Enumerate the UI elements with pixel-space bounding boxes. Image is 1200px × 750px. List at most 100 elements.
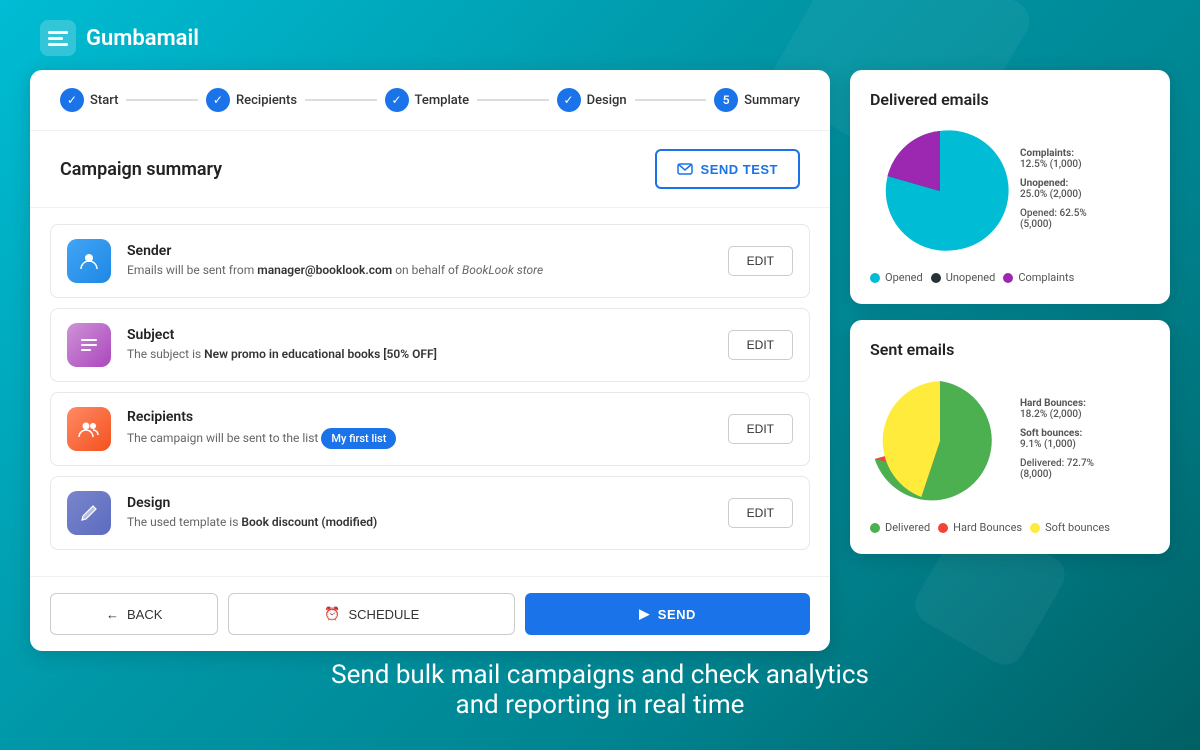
send-button[interactable]: ▶ SEND — [525, 593, 810, 635]
step-start-check: ✓ — [60, 88, 84, 112]
unopened-dot — [931, 273, 941, 283]
clock-icon: ⏰ — [324, 606, 340, 622]
step-design: ✓ Design — [557, 88, 627, 112]
opened-legend-label: Opened — [885, 271, 923, 284]
hard-bounces-legend-label: Hard Bounces — [953, 521, 1022, 534]
sent-chart-panel: Sent emails Hard Bounces:18.2% (2,000) — [850, 320, 1170, 554]
summary-title: Campaign summary — [60, 159, 222, 180]
legend-delivered: Delivered — [870, 521, 930, 534]
soft-bounces-label: Soft bounces:9.1% (1,000) — [1020, 428, 1150, 450]
hard-bounces-label: Hard Bounces:18.2% (2,000) — [1020, 398, 1150, 420]
design-edit-button[interactable]: EDIT — [728, 498, 793, 528]
back-button[interactable]: ← BACK — [50, 593, 218, 635]
subject-desc: The subject is New promo in educational … — [127, 346, 712, 363]
step-template-label: Template — [415, 93, 470, 108]
step-start: ✓ Start — [60, 88, 118, 112]
connector-4 — [635, 99, 707, 101]
step-start-label: Start — [90, 93, 118, 108]
delivered-dot — [870, 523, 880, 533]
soft-bounces-dot — [1030, 523, 1040, 533]
sent-pie-container — [870, 371, 1010, 511]
delivered-pie-svg-2 — [870, 121, 1010, 261]
sender-desc: Emails will be sent from manager@bookloo… — [127, 262, 712, 279]
sender-title: Sender — [127, 243, 712, 259]
sender-icon — [67, 239, 111, 283]
complaints-dot — [1003, 273, 1013, 283]
send-test-button[interactable]: SEND TEST — [655, 149, 800, 189]
soft-bounces-legend-label: Soft bounces — [1045, 521, 1110, 534]
unopened-label: Unopened:25.0% (2,000) — [1020, 178, 1150, 200]
connector-1 — [126, 99, 198, 101]
envelope-icon — [677, 161, 693, 177]
content-area: ✓ Start ✓ Recipients ✓ Template ✓ Design… — [30, 70, 1170, 651]
connector-3 — [477, 99, 549, 101]
bottom-buttons: ← BACK ⏰ SCHEDULE ▶ SEND — [30, 576, 830, 651]
step-design-label: Design — [587, 93, 627, 108]
campaign-items: Sender Emails will be sent from manager@… — [30, 208, 830, 576]
delivered-chart-legend: Opened Unopened Complaints — [870, 271, 1150, 284]
connector-2 — [305, 99, 377, 101]
complaints-label: Complaints:12.5% (1,000) — [1020, 148, 1150, 170]
design-title: Design — [127, 495, 712, 511]
step-recipients: ✓ Recipients — [206, 88, 297, 112]
subject-title: Subject — [127, 327, 712, 343]
recipients-content: Recipients The campaign will be sent to … — [127, 409, 712, 449]
campaign-panel: ✓ Start ✓ Recipients ✓ Template ✓ Design… — [30, 70, 830, 651]
logo: Gumbamail — [40, 20, 199, 56]
recipients-title: Recipients — [127, 409, 712, 425]
design-icon — [67, 491, 111, 535]
sent-chart-title: Sent emails — [870, 340, 1150, 359]
send-arrow-icon: ▶ — [639, 606, 650, 622]
logo-text: Gumbamail — [86, 26, 199, 51]
step-recipients-label: Recipients — [236, 93, 297, 108]
summary-header: Campaign summary SEND TEST — [30, 131, 830, 208]
sent-chart-labels: Hard Bounces:18.2% (2,000) Soft bounces:… — [1020, 398, 1150, 484]
sent-chart-content: Hard Bounces:18.2% (2,000) Soft bounces:… — [870, 371, 1150, 511]
subject-icon — [67, 323, 111, 367]
subject-item: Subject The subject is New promo in educ… — [50, 308, 810, 382]
sender-item: Sender Emails will be sent from manager@… — [50, 224, 810, 298]
tagline-line2: and reporting in real time — [0, 690, 1200, 720]
tagline-line1: Send bulk mail campaigns and check analy… — [0, 660, 1200, 690]
recipients-item: Recipients The campaign will be sent to … — [50, 392, 810, 466]
schedule-button[interactable]: ⏰ SCHEDULE — [228, 593, 515, 635]
opened-label: Opened: 62.5%(5,000) — [1020, 208, 1150, 230]
delivered-chart-labels: Complaints:12.5% (1,000) Unopened:25.0% … — [1020, 148, 1150, 234]
recipients-icon — [67, 407, 111, 451]
hard-bounces-dot — [938, 523, 948, 533]
legend-complaints: Complaints — [1003, 271, 1074, 284]
delivered-legend-label: Delivered — [885, 521, 930, 534]
delivered-chart-title: Delivered emails — [870, 90, 1150, 109]
complaints-legend-label: Complaints — [1018, 271, 1074, 284]
step-recipients-check: ✓ — [206, 88, 230, 112]
opened-dot — [870, 273, 880, 283]
step-summary: 5 Summary — [714, 88, 800, 112]
back-arrow-icon: ← — [106, 607, 119, 622]
subject-edit-button[interactable]: EDIT — [728, 330, 793, 360]
step-summary-num: 5 — [714, 88, 738, 112]
tagline: Send bulk mail campaigns and check analy… — [0, 660, 1200, 720]
delivered-pie-container — [870, 121, 1010, 261]
design-desc: The used template is Book discount (modi… — [127, 514, 712, 531]
sender-content: Sender Emails will be sent from manager@… — [127, 243, 712, 279]
sender-edit-button[interactable]: EDIT — [728, 246, 793, 276]
legend-soft-bounces: Soft bounces — [1030, 521, 1110, 534]
step-template-check: ✓ — [385, 88, 409, 112]
delivered-label: Delivered: 72.7%(8,000) — [1020, 458, 1150, 480]
step-summary-label: Summary — [744, 93, 800, 108]
design-content: Design The used template is Book discoun… — [127, 495, 712, 531]
legend-unopened: Unopened — [931, 271, 996, 284]
recipients-desc: The campaign will be sent to the list My… — [127, 428, 712, 449]
recipients-edit-button[interactable]: EDIT — [728, 414, 793, 444]
delivered-chart-content: Complaints:12.5% (1,000) Unopened:25.0% … — [870, 121, 1150, 261]
legend-hard-bounces: Hard Bounces — [938, 521, 1022, 534]
step-design-check: ✓ — [557, 88, 581, 112]
legend-opened: Opened — [870, 271, 923, 284]
sent-chart-legend: Delivered Hard Bounces Soft bounces — [870, 521, 1150, 534]
sent-pie-svg — [870, 371, 1010, 511]
step-template: ✓ Template — [385, 88, 470, 112]
unopened-legend-label: Unopened — [946, 271, 996, 284]
delivered-chart-panel: Delivered emails — [850, 70, 1170, 304]
logo-icon — [40, 20, 76, 56]
subject-content: Subject The subject is New promo in educ… — [127, 327, 712, 363]
